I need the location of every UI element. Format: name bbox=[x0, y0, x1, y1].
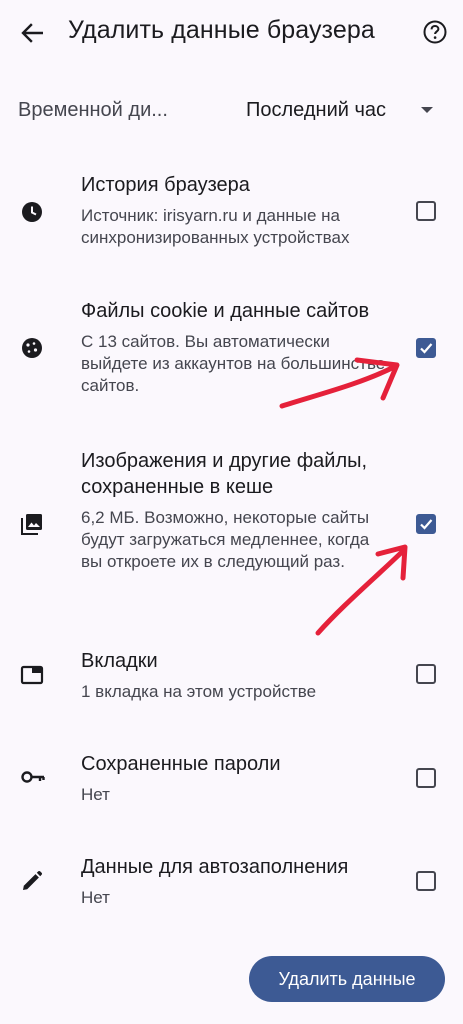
checkbox-cookies[interactable] bbox=[416, 338, 436, 358]
clock-icon bbox=[20, 200, 44, 224]
option-subtitle: Нет bbox=[81, 888, 110, 907]
help-circle-icon bbox=[423, 20, 447, 44]
help-button[interactable] bbox=[422, 19, 448, 45]
checkmark-icon bbox=[420, 343, 433, 354]
option-browsing-history[interactable]: История браузера Источник: irisyarn.ru и… bbox=[0, 170, 463, 260]
checkmark-icon bbox=[420, 519, 433, 530]
checkbox-autofill-data[interactable] bbox=[416, 871, 436, 891]
time-range-value[interactable]: Последний час bbox=[246, 99, 386, 122]
pencil-icon bbox=[20, 869, 44, 893]
image-stack-icon bbox=[20, 512, 44, 536]
option-text: Данные для автозаполнения Нет bbox=[81, 854, 391, 909]
checkbox-cached-images[interactable] bbox=[416, 514, 436, 534]
checkbox-tabs[interactable] bbox=[416, 664, 436, 684]
option-text: Изображения и другие файлы, сохраненные … bbox=[81, 448, 391, 573]
option-text: История браузера Источник: irisyarn.ru и… bbox=[81, 172, 391, 249]
back-button[interactable] bbox=[14, 18, 50, 48]
option-cookies[interactable]: Файлы cookie и данные сайтов С 13 сайтов… bbox=[0, 296, 463, 416]
checkbox-saved-passwords[interactable] bbox=[416, 768, 436, 788]
option-subtitle: С 13 сайтов. Вы автоматически выйдете из… bbox=[81, 332, 386, 395]
page-title: Удалить данные браузера bbox=[68, 16, 375, 44]
option-subtitle: Нет bbox=[81, 785, 110, 804]
option-saved-passwords[interactable]: Сохраненные пароли Нет bbox=[0, 749, 463, 819]
key-icon bbox=[20, 765, 45, 789]
time-range-label: Временной ди... bbox=[18, 99, 168, 121]
option-text: Вкладки 1 вкладка на этом устройстве bbox=[81, 648, 391, 703]
option-cached-images[interactable]: Изображения и другие файлы, сохраненные … bbox=[0, 448, 463, 608]
option-subtitle: Источник: irisyarn.ru и данные на синхро… bbox=[81, 206, 350, 247]
option-title: История браузера bbox=[81, 174, 250, 196]
option-title: Файлы cookie и данные сайтов bbox=[81, 300, 370, 322]
delete-data-button[interactable]: Удалить данные bbox=[249, 956, 445, 1002]
caret-down-icon[interactable] bbox=[421, 107, 433, 113]
arrow-back-icon bbox=[21, 23, 43, 43]
option-title: Данные для автозаполнения bbox=[81, 856, 349, 878]
option-title: Вкладки bbox=[81, 650, 158, 672]
option-subtitle: 6,2 МБ. Возможно, некоторые сайты будут … bbox=[81, 508, 370, 571]
time-range-selector[interactable]: Временной ди... Последний час bbox=[0, 88, 463, 132]
option-title: Изображения и другие файлы, сохраненные … bbox=[81, 450, 368, 498]
option-tabs[interactable]: Вкладки 1 вкладка на этом устройстве bbox=[0, 646, 463, 716]
option-text: Файлы cookie и данные сайтов С 13 сайтов… bbox=[81, 298, 391, 397]
option-autofill-data[interactable]: Данные для автозаполнения Нет bbox=[0, 852, 463, 922]
checkbox-browsing-history[interactable] bbox=[416, 201, 436, 221]
option-title: Сохраненные пароли bbox=[81, 753, 281, 775]
tab-icon bbox=[20, 663, 44, 687]
option-text: Сохраненные пароли Нет bbox=[81, 751, 391, 806]
cookie-icon bbox=[20, 336, 44, 360]
option-subtitle: 1 вкладка на этом устройстве bbox=[81, 682, 317, 701]
top-app-bar: Удалить данные браузера bbox=[0, 0, 463, 66]
